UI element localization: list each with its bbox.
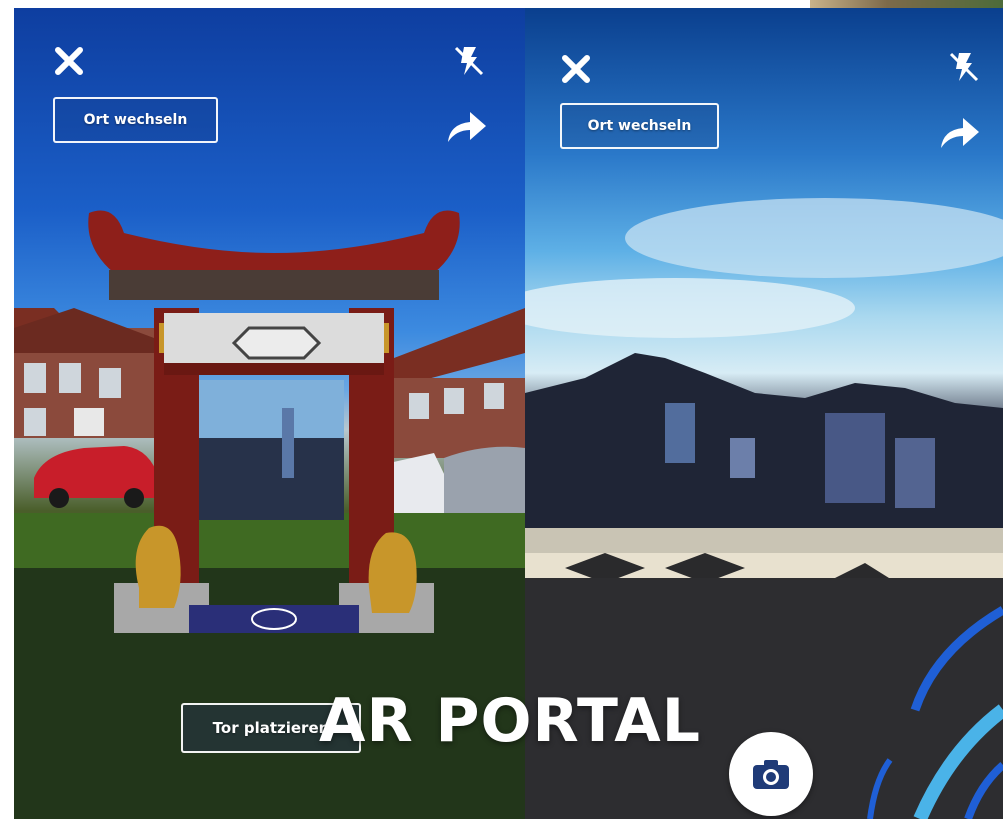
close-icon[interactable] <box>559 52 593 86</box>
flash-off-icon[interactable] <box>452 44 486 78</box>
change-location-button[interactable]: Ort wechseln <box>560 103 719 149</box>
decorative-arcs <box>867 606 1003 819</box>
camera-icon <box>753 760 789 789</box>
ar-portal-title: AR PORTAL <box>319 686 701 756</box>
close-icon[interactable] <box>52 44 86 78</box>
camera-button[interactable] <box>729 732 813 816</box>
change-location-button[interactable]: Ort wechseln <box>53 97 218 143</box>
corner-thumbnail <box>810 0 1003 8</box>
share-icon[interactable] <box>444 106 488 146</box>
share-icon[interactable] <box>937 112 981 152</box>
flash-off-icon[interactable] <box>947 50 981 84</box>
